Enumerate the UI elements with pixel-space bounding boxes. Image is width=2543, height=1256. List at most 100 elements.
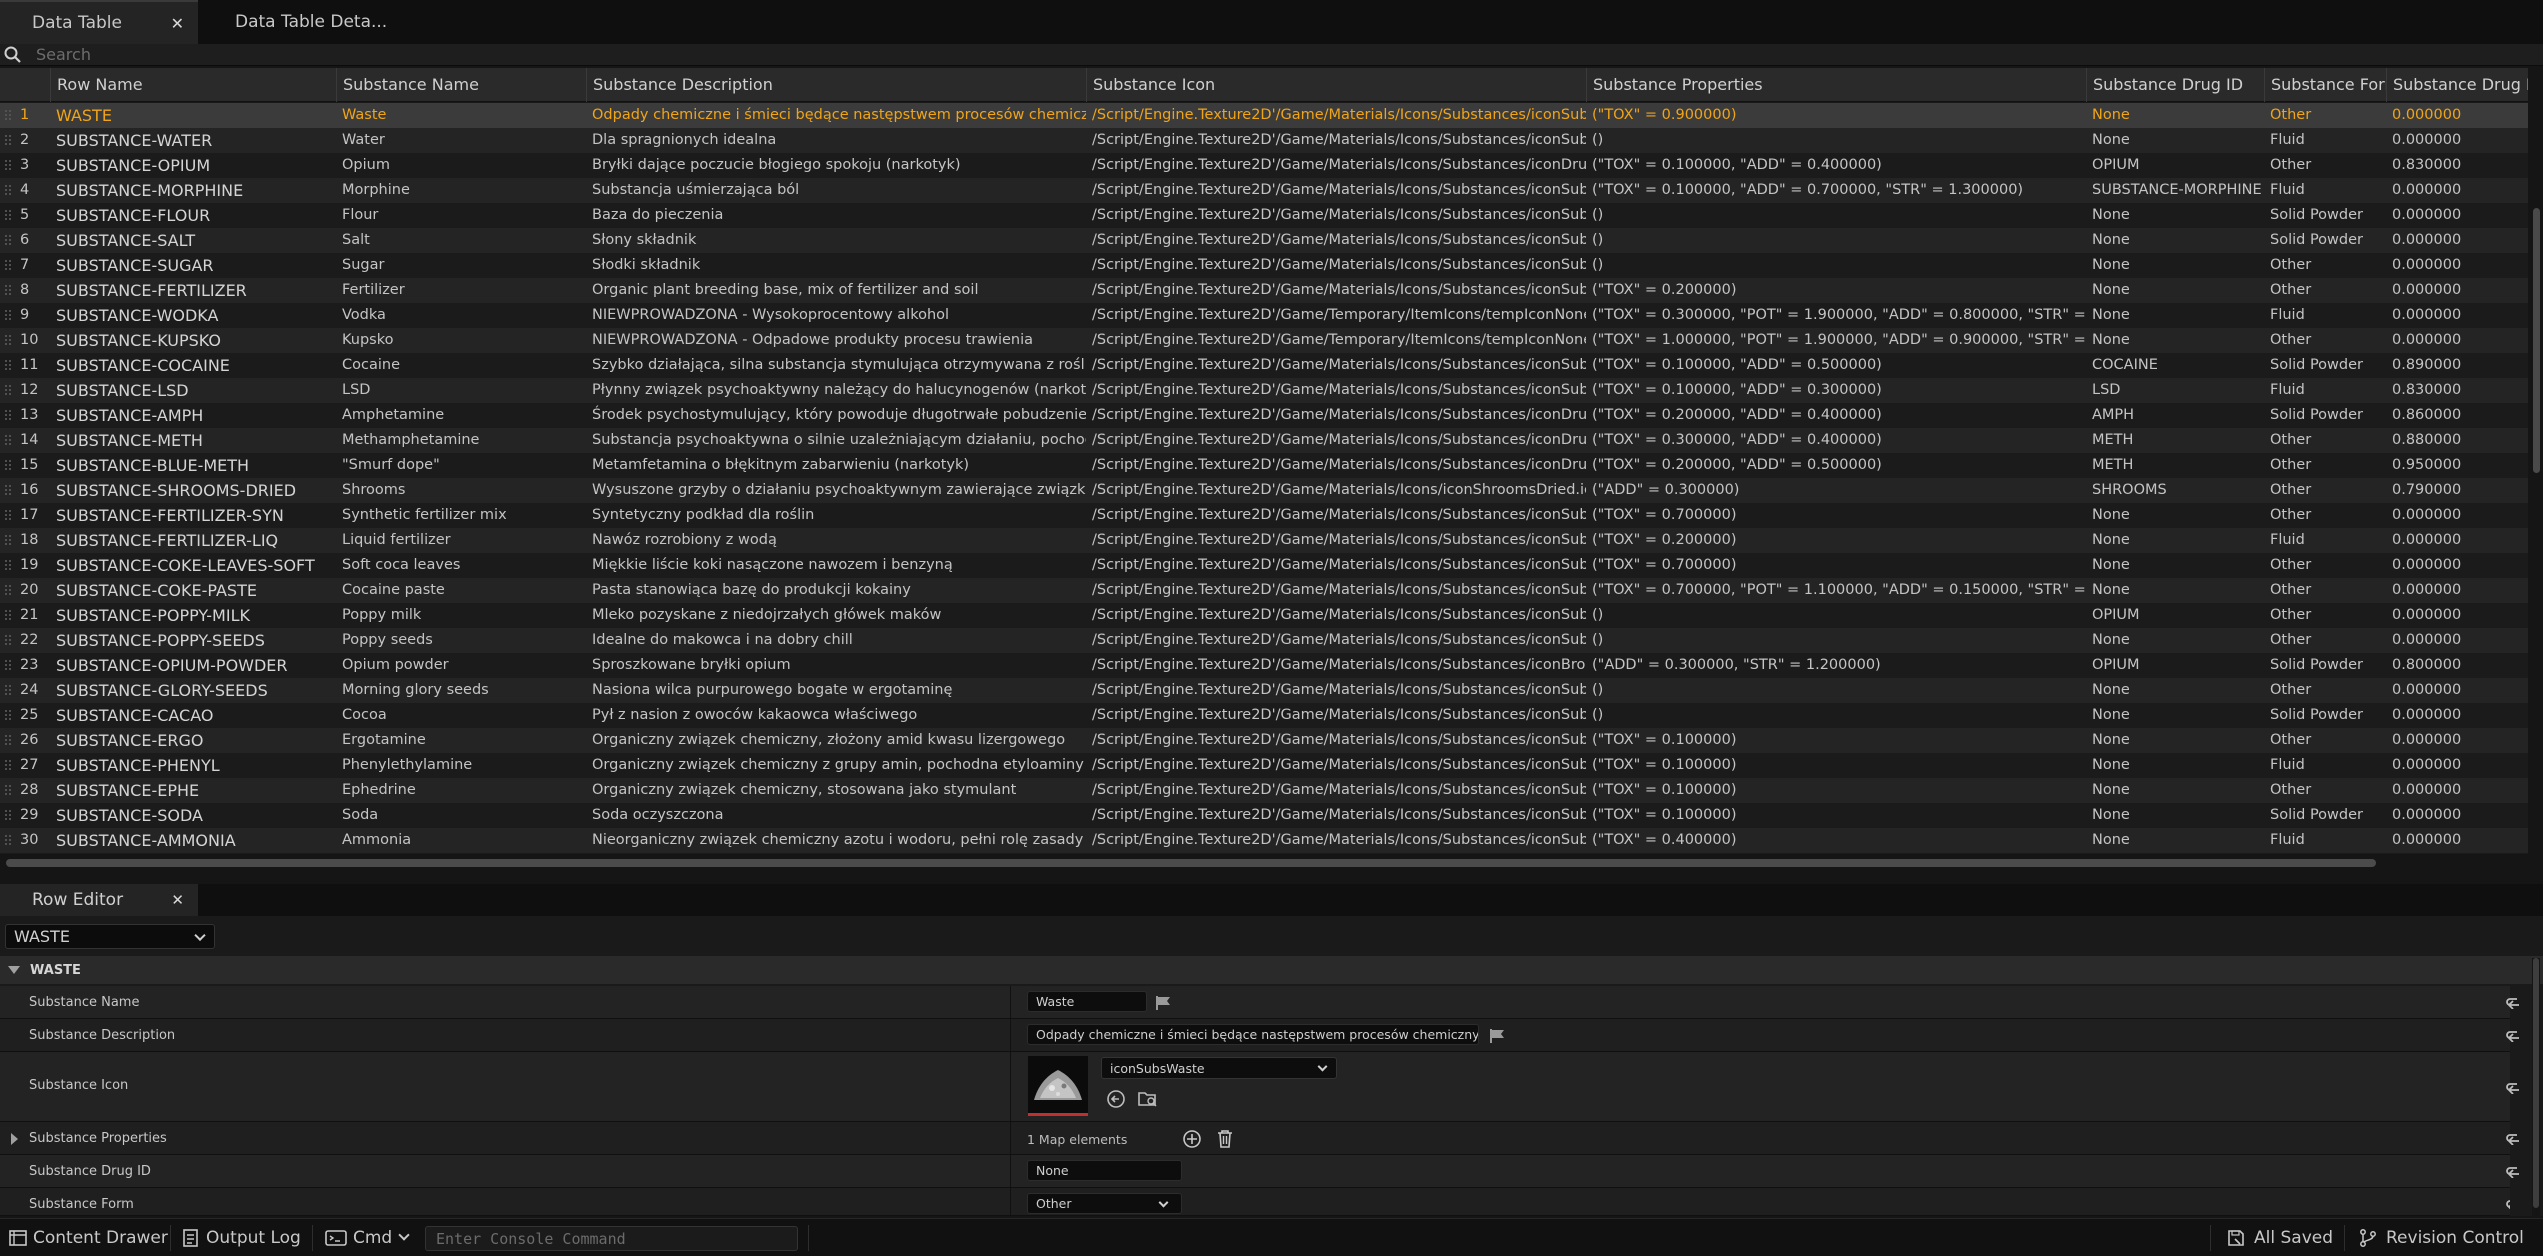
table-row[interactable]: 4 SUBSTANCE-MORPHINE Morphine Substancja uś… xyxy=(0,178,2528,203)
expand-arrow-icon[interactable] xyxy=(8,966,20,974)
save-status-button[interactable]: All Saved xyxy=(2226,1219,2333,1256)
table-row[interactable]: 19 SUBSTANCE-COKE-LEAVES-SOFT Soft coca le… xyxy=(0,553,2528,578)
search-bar[interactable]: Search xyxy=(0,44,2543,66)
drug-id-field[interactable]: None xyxy=(1027,1160,1182,1181)
table-row[interactable]: 21 SUBSTANCE-POPPY-MILK Poppy milk Mleko po… xyxy=(0,603,2528,628)
use-selected-asset-icon[interactable] xyxy=(1106,1089,1126,1109)
column-header[interactable]: Substance Properties xyxy=(1586,68,2086,102)
reset-arrow-icon[interactable] xyxy=(2505,1028,2521,1042)
form-select[interactable]: Other xyxy=(1027,1193,1182,1214)
search-input[interactable]: Search xyxy=(36,45,91,64)
table-cell: WASTE xyxy=(56,106,112,125)
table-row[interactable]: 8 SUBSTANCE-FERTILIZER Fertilizer Organic p… xyxy=(0,278,2528,303)
column-header[interactable]: Row Name xyxy=(50,68,336,102)
table-row[interactable]: 12 SUBSTANCE-LSD LSD Płynny związek psychoa… xyxy=(0,378,2528,403)
reset-arrow-icon[interactable] xyxy=(2505,1164,2521,1178)
table-row[interactable]: 5 SUBSTANCE-FLOUR Flour Baza do pieczenia/S… xyxy=(0,203,2528,228)
table-cell: None xyxy=(2092,307,2130,323)
reset-arrow-icon[interactable] xyxy=(2505,1131,2521,1145)
table-cell: 0.000000 xyxy=(2392,307,2462,323)
row-editor-scrollbar[interactable] xyxy=(2532,958,2540,1216)
reset-arrow-icon[interactable] xyxy=(2505,995,2521,1009)
flag-icon[interactable] xyxy=(1155,995,1173,1011)
add-element-icon[interactable] xyxy=(1182,1129,1202,1149)
tab-label: Row Editor xyxy=(32,890,124,910)
table-row[interactable]: 24 SUBSTANCE-GLORY-SEEDS Morning glory see… xyxy=(0,678,2528,703)
table-row[interactable]: 23 SUBSTANCE-OPIUM-POWDER Opium powder Spro… xyxy=(0,653,2528,678)
column-header[interactable]: Substance Drug I xyxy=(2386,68,2528,102)
table-vertical-scrollbar[interactable] xyxy=(2530,68,2542,854)
table-row[interactable]: 29 SUBSTANCE-SODA Soda Soda oczyszczona/Scr… xyxy=(0,803,2528,828)
reset-arrow-icon[interactable] xyxy=(2505,1197,2510,1211)
table-row[interactable]: 9 SUBSTANCE-WODKA Vodka NIEWPROWADZONA - Wy… xyxy=(0,303,2528,328)
table-row[interactable]: 2 SUBSTANCE-WATER Water Dla spragnionych id… xyxy=(0,128,2528,153)
browse-folder-icon[interactable] xyxy=(1137,1089,1159,1109)
table-row[interactable]: 25 SUBSTANCE-CACAO Cocoa Pył z nasion z owo… xyxy=(0,703,2528,728)
column-header[interactable]: Substance Icon xyxy=(1086,68,1586,102)
table-row[interactable]: 20 SUBSTANCE-COKE-PASTE Cocaine paste Pasta… xyxy=(0,578,2528,603)
table-row[interactable]: 11 SUBSTANCE-COCAINE Cocaine Szybko działaj… xyxy=(0,353,2528,378)
table-cell: NIEWPROWADZONA - Wysokoprocentowy alkoho… xyxy=(592,307,950,323)
table-cell: 0.790000 xyxy=(2392,482,2462,498)
column-header[interactable]: Substance Drug ID xyxy=(2086,68,2264,102)
table-row[interactable]: 17 SUBSTANCE-FERTILIZER-SYN Synthetic fert… xyxy=(0,503,2528,528)
table-row[interactable]: 26 SUBSTANCE-ERGO Ergotamine Organiczny zwi… xyxy=(0,728,2528,753)
description-field[interactable]: Odpady chemiczne i śmieci będące następs… xyxy=(1027,1024,1479,1045)
column-header[interactable]: Substance Form xyxy=(2264,68,2386,102)
content-drawer-button[interactable]: Content Drawer xyxy=(8,1219,168,1256)
table-cell: Liquid fertilizer xyxy=(342,532,451,548)
table-row[interactable]: 14 SUBSTANCE-METH Methamphetamine Substancj… xyxy=(0,428,2528,453)
table-row[interactable]: 7 SUBSTANCE-SUGAR Sugar Słodki składnik/Scr… xyxy=(0,253,2528,278)
table-row[interactable]: 30 SUBSTANCE-AMMONIA Ammonia Nieorganiczny … xyxy=(0,828,2528,853)
cmd-selector[interactable]: Cmd xyxy=(325,1219,410,1256)
scroll-thumb[interactable] xyxy=(2533,958,2539,1208)
divider xyxy=(1010,1122,1011,1154)
scroll-thumb[interactable] xyxy=(6,859,2376,867)
table-horizontal-scrollbar[interactable] xyxy=(0,856,2528,870)
table-row[interactable]: 13 SUBSTANCE-AMPH Amphetamine Środek psycho… xyxy=(0,403,2528,428)
tab-data-table-details[interactable]: Data Table Deta... xyxy=(200,0,400,44)
trash-icon[interactable] xyxy=(1216,1129,1234,1149)
row-select[interactable]: WASTE xyxy=(5,924,215,949)
reset-arrow-icon[interactable] xyxy=(2505,1080,2521,1094)
flag-icon[interactable] xyxy=(1489,1028,1507,1044)
row-index: 4 xyxy=(20,182,30,198)
console-command-input[interactable]: Enter Console Command xyxy=(425,1226,798,1251)
table-row[interactable]: 3 SUBSTANCE-OPIUM Opium Bryłki dające poczu… xyxy=(0,153,2528,178)
table-row[interactable]: 28 SUBSTANCE-EPHE Ephedrine Organiczny zwią… xyxy=(0,778,2528,803)
close-icon[interactable]: ✕ xyxy=(171,14,184,33)
icon-asset-picker[interactable]: iconSubsWaste xyxy=(1101,1057,1337,1079)
column-header[interactable]: Substance Description xyxy=(586,68,1086,102)
output-log-button[interactable]: Output Log xyxy=(182,1219,301,1256)
expand-arrow-icon[interactable] xyxy=(11,1133,18,1145)
divider xyxy=(1010,1155,1011,1187)
category-header[interactable]: WASTE xyxy=(0,956,2543,984)
icon-thumbnail[interactable] xyxy=(1028,1056,1088,1116)
table-cell: Pasta stanowiąca bazę do produkcji kokai… xyxy=(592,582,911,598)
table-row[interactable]: 22 SUBSTANCE-POPPY-SEEDS Poppy seeds Idealn… xyxy=(0,628,2528,653)
table-cell: 0.000000 xyxy=(2392,832,2462,848)
column-header[interactable]: Substance Name xyxy=(336,68,586,102)
tab-row-editor[interactable]: Row Editor ✕ xyxy=(0,884,198,916)
close-icon[interactable]: ✕ xyxy=(171,891,184,909)
table-row[interactable]: 1 WASTE Waste Odpady chemiczne i śmieci będ… xyxy=(0,103,2528,128)
table-row[interactable]: 16 SUBSTANCE-SHROOMS-DRIED Shrooms Wysuszon… xyxy=(0,478,2528,503)
table-row[interactable]: 18 SUBSTANCE-FERTILIZER-LIQ Liquid fertili… xyxy=(0,528,2528,553)
table-cell: 0.830000 xyxy=(2392,157,2462,173)
scroll-thumb[interactable] xyxy=(2533,208,2540,473)
tab-data-table[interactable]: Data Table ✕ xyxy=(0,0,198,44)
chevron-down-icon xyxy=(194,929,206,941)
table-cell: /Script/Engine.Texture2D'/Game/Temporary… xyxy=(1092,307,1586,323)
table-cell: SUBSTANCE-KUPSKO xyxy=(56,331,222,350)
table-cell: None xyxy=(2092,282,2130,298)
table-row[interactable]: 15 SUBSTANCE-BLUE-METH "Smurf dope" Metamfe… xyxy=(0,453,2528,478)
table-cell: Solid Powder xyxy=(2270,407,2363,423)
table-row[interactable]: 10 SUBSTANCE-KUPSKO Kupsko NIEWPROWADZONA -… xyxy=(0,328,2528,353)
table-cell: Organiczny związek chemiczny z grupy ami… xyxy=(592,757,1084,773)
name-field[interactable]: Waste xyxy=(1027,991,1147,1012)
table-row[interactable]: 27 SUBSTANCE-PHENYL Phenylethylamine Organi… xyxy=(0,753,2528,778)
revision-control-button[interactable]: Revision Control xyxy=(2358,1219,2524,1256)
table-cell: None xyxy=(2092,732,2130,748)
row-index: 16 xyxy=(20,482,39,498)
table-row[interactable]: 6 SUBSTANCE-SALT Salt Słony składnik/Script… xyxy=(0,228,2528,253)
